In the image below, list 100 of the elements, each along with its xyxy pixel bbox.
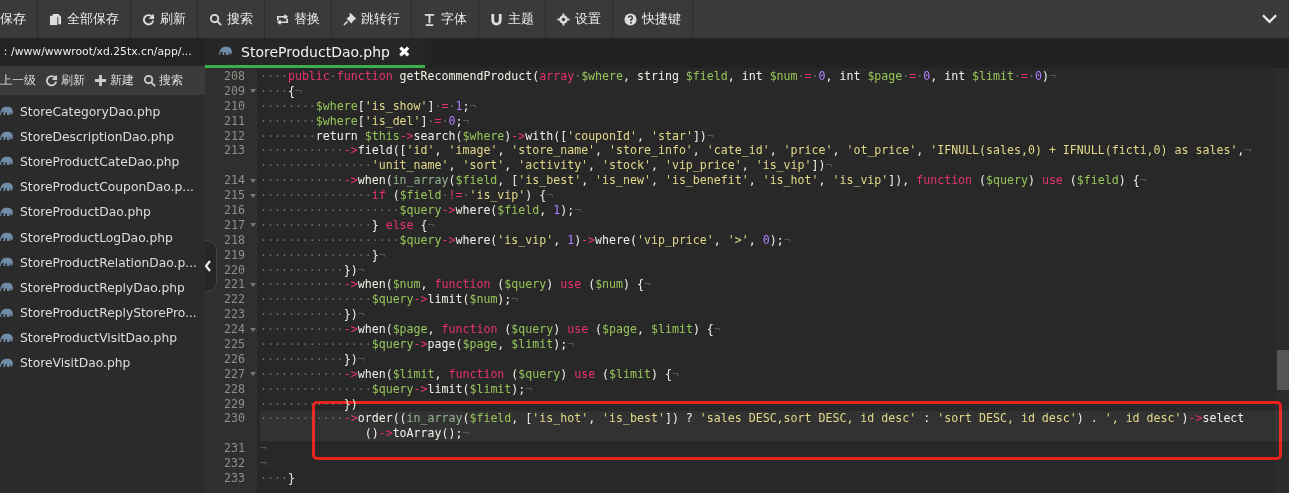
elephant-icon bbox=[0, 257, 14, 269]
line-number: 212 bbox=[224, 128, 245, 144]
code-line: ················$query->page($page, $limit);¬ bbox=[260, 337, 575, 352]
line-number: 209 bbox=[224, 83, 245, 99]
code-line: ············->when(in_array($field, ['is_best', 'is_new', 'is_benefit', 'is_hot', 'is_vip']), function ($query) use ($field) {¬ bbox=[260, 173, 1147, 188]
code-line: ················$query->limit($num);¬ bbox=[260, 292, 519, 307]
pin-icon bbox=[343, 12, 356, 26]
line-number: 223 bbox=[224, 307, 245, 323]
refresh-icon bbox=[142, 12, 155, 26]
sidebar-tool-button[interactable]: 上一级 bbox=[0, 72, 36, 89]
code-line: ············}) bbox=[260, 396, 358, 411]
elephant-icon bbox=[0, 131, 14, 143]
elephant-icon bbox=[0, 332, 14, 344]
code-line: ¬ bbox=[260, 456, 267, 471]
code-line: ····public·function getRecommendProduct(array·$where, string $field, int $num·=·0, int $page·=·0, int $limit·=·0)¬ bbox=[260, 69, 1056, 83]
file-tab[interactable]: StoreProductDao.php ✖ bbox=[205, 38, 425, 68]
folder-path: ：/www/wwwroot/xd.25tx.cn/app/... bbox=[0, 45, 192, 59]
line-number: 225 bbox=[224, 337, 245, 352]
line-number: 213 bbox=[224, 143, 245, 159]
elephant-icon bbox=[0, 156, 14, 168]
line-number: 226 bbox=[224, 351, 245, 367]
line-number: 211 bbox=[224, 113, 245, 129]
line-number: 230 bbox=[224, 411, 245, 427]
line-number: 208 bbox=[224, 69, 245, 84]
file-item[interactable]: StoreProductCouponDao.p... bbox=[0, 174, 205, 200]
refresh-icon bbox=[45, 74, 58, 87]
help-icon bbox=[624, 12, 637, 26]
line-number: 214 bbox=[224, 173, 245, 189]
code-line: ············})¬ bbox=[260, 351, 365, 366]
close-button[interactable]: ✖ bbox=[397, 42, 411, 61]
line-number: 218 bbox=[224, 232, 245, 248]
line-number: 215 bbox=[224, 188, 245, 203]
fold-caret-icon[interactable] bbox=[249, 223, 256, 228]
code-line: ············->when($limit, function ($query) use ($limit) {¬ bbox=[260, 366, 679, 381]
line-number: 216 bbox=[224, 203, 245, 218]
code-line: ············->when($num, function ($query) use ($num) {¬ bbox=[260, 277, 651, 292]
sidebar-tool-button[interactable]: 新建 bbox=[94, 72, 134, 89]
chevron-down-icon[interactable] bbox=[1262, 14, 1277, 24]
tab-title: StoreProductDao.php bbox=[241, 43, 390, 60]
search-icon bbox=[143, 74, 156, 87]
code-line: ····} bbox=[260, 471, 295, 486]
line-number: 219 bbox=[224, 247, 245, 263]
swap-icon bbox=[276, 12, 289, 26]
code-line: ····················$query->where('is_vip', 1)->where('vip_price', '>', 0);¬ bbox=[260, 232, 791, 247]
file-item[interactable]: StoreProductLogDao.php bbox=[0, 224, 205, 251]
line-number: 227 bbox=[224, 366, 245, 382]
fold-caret-icon[interactable] bbox=[249, 178, 256, 183]
code-line: ········$where['is_del']·=·0;¬ bbox=[260, 113, 470, 128]
code-line: ················} else {¬ bbox=[260, 217, 435, 232]
chevron-left-icon bbox=[205, 260, 212, 272]
file-item[interactable]: StoreProductReplyDao.php bbox=[0, 275, 205, 301]
elephant-icon bbox=[0, 307, 14, 319]
code-line: ····{¬ bbox=[260, 83, 302, 98]
magnet-icon bbox=[490, 12, 503, 26]
elephant-icon bbox=[0, 232, 14, 244]
line-number: 217 bbox=[224, 217, 245, 233]
elephant-icon bbox=[0, 357, 14, 369]
fold-caret-icon[interactable] bbox=[249, 327, 256, 332]
code-line: ············})¬ bbox=[260, 307, 365, 322]
fold-caret-icon[interactable] bbox=[249, 282, 256, 287]
line-number: 221 bbox=[224, 277, 245, 293]
line-number: 210 bbox=[224, 98, 245, 114]
file-item[interactable]: StoreProductRelationDao.p... bbox=[0, 250, 205, 276]
sidebar-tool-button[interactable]: 搜索 bbox=[143, 72, 183, 89]
elephant-icon bbox=[0, 206, 14, 218]
file-item[interactable]: StoreProductReplyStorePro... bbox=[0, 300, 205, 326]
code-line: ········return $this->search($where)->with(['couponId', 'star'])¬ bbox=[260, 128, 714, 143]
code-line: ····················$query->where($field, 1);¬ bbox=[260, 203, 582, 217]
line-number: 224 bbox=[224, 322, 245, 338]
line-number: 228 bbox=[224, 381, 245, 397]
line-number: 233 bbox=[224, 471, 245, 486]
files-icon bbox=[49, 12, 62, 26]
text-icon bbox=[423, 12, 436, 26]
file-item[interactable]: StoreProductVisitDao.php bbox=[0, 325, 205, 351]
settings-icon bbox=[557, 12, 570, 26]
file-item[interactable]: StoreProductDao.php bbox=[0, 199, 205, 225]
fold-caret-icon[interactable] bbox=[249, 193, 256, 198]
scrollbar[interactable] bbox=[1275, 68, 1289, 493]
file-item[interactable]: StoreProductCateDao.php bbox=[0, 149, 205, 175]
code-line: ················}¬ bbox=[260, 247, 386, 262]
line-number: 229 bbox=[224, 396, 245, 412]
code-line: ············->when($page, function ($query) use ($page, $limit) {¬ bbox=[260, 322, 721, 337]
file-item[interactable]: StoreVisitDao.php bbox=[0, 350, 205, 377]
fold-caret-icon[interactable] bbox=[249, 89, 256, 94]
file-item[interactable]: StoreDescriptionDao.php bbox=[0, 124, 205, 150]
line-number: 220 bbox=[224, 262, 245, 278]
code-line: ()->toArray();¬ bbox=[363, 426, 470, 441]
code-line: ········$where['is_show']·=·1;¬ bbox=[260, 98, 477, 113]
sidebar-tool-button[interactable]: 刷新 bbox=[45, 72, 85, 89]
plus-icon bbox=[94, 74, 107, 87]
scroll-thumb[interactable] bbox=[1277, 350, 1289, 390]
elephant-icon bbox=[0, 282, 14, 294]
elephant-icon bbox=[219, 46, 233, 57]
file-item[interactable]: StoreCategoryDao.php bbox=[0, 99, 205, 125]
fold-caret-icon[interactable] bbox=[249, 372, 256, 377]
code-line: ················'unit_name', 'sort', 'activity', 'stock', 'vip_price', 'is_vip'])¬ bbox=[260, 158, 833, 173]
search-icon bbox=[209, 12, 222, 26]
line-number: 232 bbox=[224, 456, 245, 472]
code-line: ············})¬ bbox=[260, 262, 365, 277]
elephant-icon bbox=[0, 106, 14, 118]
